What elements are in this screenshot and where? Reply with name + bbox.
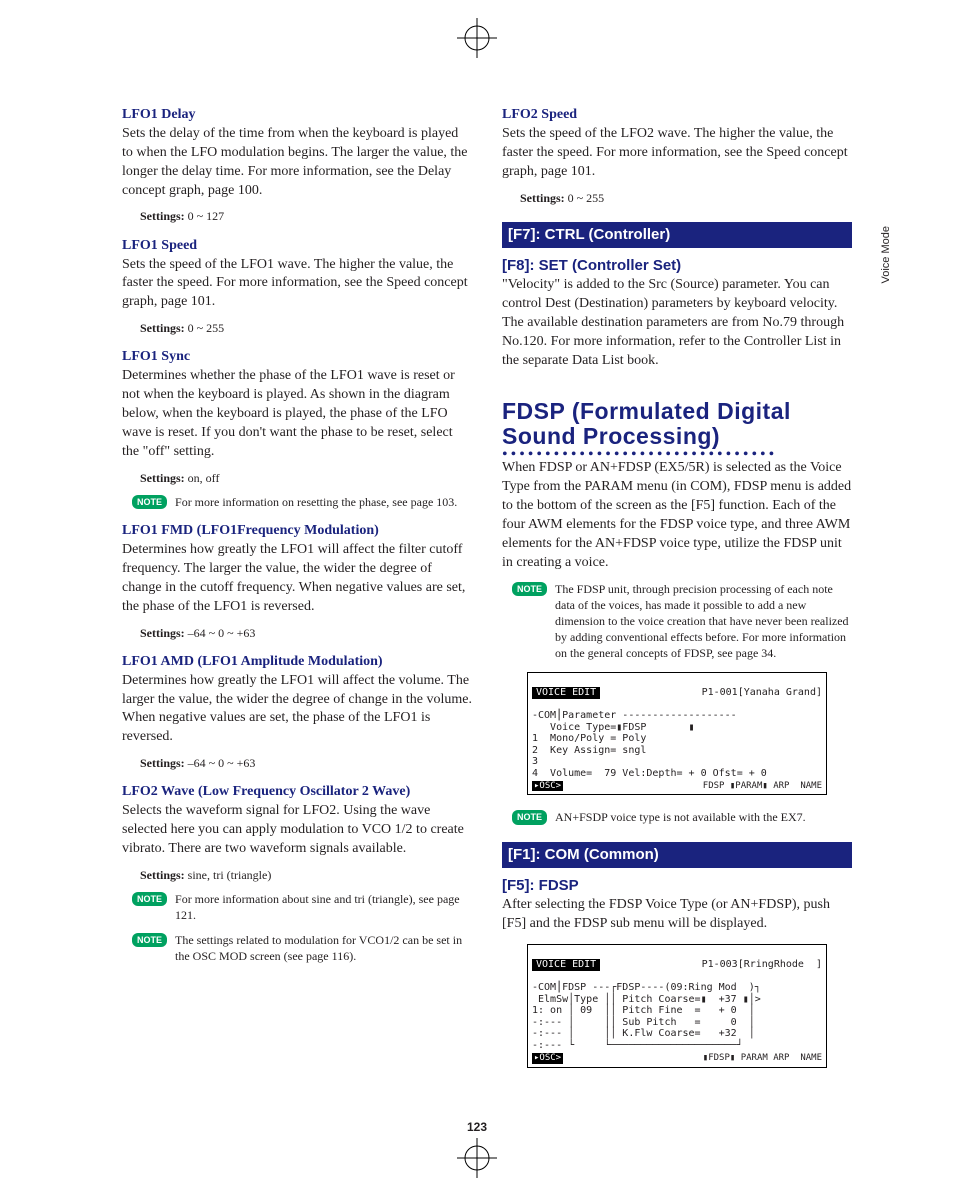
note-fdsp-1: NOTE The FDSP unit, through precision pr… <box>512 581 852 662</box>
note-icon: NOTE <box>132 933 167 947</box>
heading-lfo1-fmd: LFO1 FMD (LFO1Frequency Modulation) <box>122 522 472 541</box>
body-lfo1-delay: Sets the delay of the time from when the… <box>122 125 472 201</box>
note-fdsp-2: NOTE AN+FSDP voice type is not available… <box>512 809 852 825</box>
heading-lfo2-wave: LFO2 Wave (Low Frequency Oscillator 2 Wa… <box>122 783 472 802</box>
settings-lfo2-speed: Settings: 0 ~ 255 <box>520 190 852 206</box>
body-lfo1-amd: Determines how greatly the LFO1 will aff… <box>122 672 472 748</box>
note-lfo2-wave-2: NOTE The settings related to modulation … <box>132 932 472 964</box>
settings-lfo1-delay: Settings: Settings: 0 ~ 1270 ~ 127 <box>140 208 472 224</box>
note-icon: NOTE <box>512 582 547 596</box>
heading-fdsp: FDSP (Formulated Digital Sound Processin… <box>502 399 852 450</box>
note-text: The FDSP unit, through precision process… <box>555 581 852 662</box>
heading-lfo1-amd: LFO1 AMD (LFO1 Amplitude Modulation) <box>122 653 472 672</box>
note-text: For more information on resetting the ph… <box>175 494 457 510</box>
heading-f8-set: [F8]: SET (Controller Set) <box>502 256 852 276</box>
lcd-screenshot-1: VOICE EDITP1-001[Yanaha Grand] -COM⎮Para… <box>527 672 827 796</box>
note-text: The settings related to modulation for V… <box>175 932 472 964</box>
heading-lfo1-speed: LFO1 Speed <box>122 237 472 256</box>
body-lfo1-fmd: Determines how greatly the LFO1 will aff… <box>122 541 472 617</box>
settings-lfo1-speed: Settings: 0 ~ 255 <box>140 320 472 336</box>
heading-lfo1-delay: LFO1 Delay <box>122 106 472 125</box>
body-lfo1-speed: Sets the speed of the LFO1 wave. The hig… <box>122 256 472 313</box>
crop-mark-bottom <box>457 1138 497 1178</box>
page-number: 123 <box>0 1119 954 1135</box>
body-f5-fdsp: After selecting the FDSP Voice Type (or … <box>502 896 852 934</box>
right-column: LFO2 Speed Sets the speed of the LFO2 wa… <box>502 106 852 1068</box>
heading-f5-fdsp: [F5]: FDSP <box>502 876 852 896</box>
heading-f7-ctrl: [F7]: CTRL (Controller) <box>502 222 852 248</box>
note-icon: NOTE <box>132 495 167 509</box>
note-icon: NOTE <box>132 892 167 906</box>
note-lfo2-wave-1: NOTE For more information about sine and… <box>132 891 472 923</box>
heading-lfo1-sync: LFO1 Sync <box>122 348 472 367</box>
side-tab-voice-mode: Voice Mode <box>879 226 894 283</box>
body-f8-set: "Velocity" is added to the Src (Source) … <box>502 276 852 370</box>
divider-dots: •••••••••••••••••••••••••••••••• <box>502 451 852 459</box>
left-column: LFO1 Delay Sets the delay of the time fr… <box>122 106 472 1068</box>
note-icon: NOTE <box>512 810 547 824</box>
body-fdsp: When FDSP or AN+FDSP (EX5/5R) is selecte… <box>502 459 852 572</box>
settings-lfo1-sync: Settings: on, off <box>140 470 472 486</box>
crop-mark-top <box>457 18 497 58</box>
body-lfo2-speed: Sets the speed of the LFO2 wave. The hig… <box>502 125 852 182</box>
heading-f1-com: [F1]: COM (Common) <box>502 842 852 868</box>
body-lfo1-sync: Determines whether the phase of the LFO1… <box>122 367 472 461</box>
settings-lfo1-amd: Settings: –64 ~ 0 ~ +63 <box>140 755 472 771</box>
note-lfo1-sync: NOTE For more information on resetting t… <box>132 494 472 510</box>
note-text: AN+FSDP voice type is not available with… <box>555 809 806 825</box>
body-lfo2-wave: Selects the waveform signal for LFO2. Us… <box>122 802 472 859</box>
heading-lfo2-speed: LFO2 Speed <box>502 106 852 125</box>
settings-lfo2-wave: Settings: sine, tri (triangle) <box>140 867 472 883</box>
lcd-screenshot-2: VOICE EDITP1-003[RringRhode ] -COM⎮FDSP … <box>527 944 827 1068</box>
note-text: For more information about sine and tri … <box>175 891 472 923</box>
settings-lfo1-fmd: Settings: –64 ~ 0 ~ +63 <box>140 625 472 641</box>
